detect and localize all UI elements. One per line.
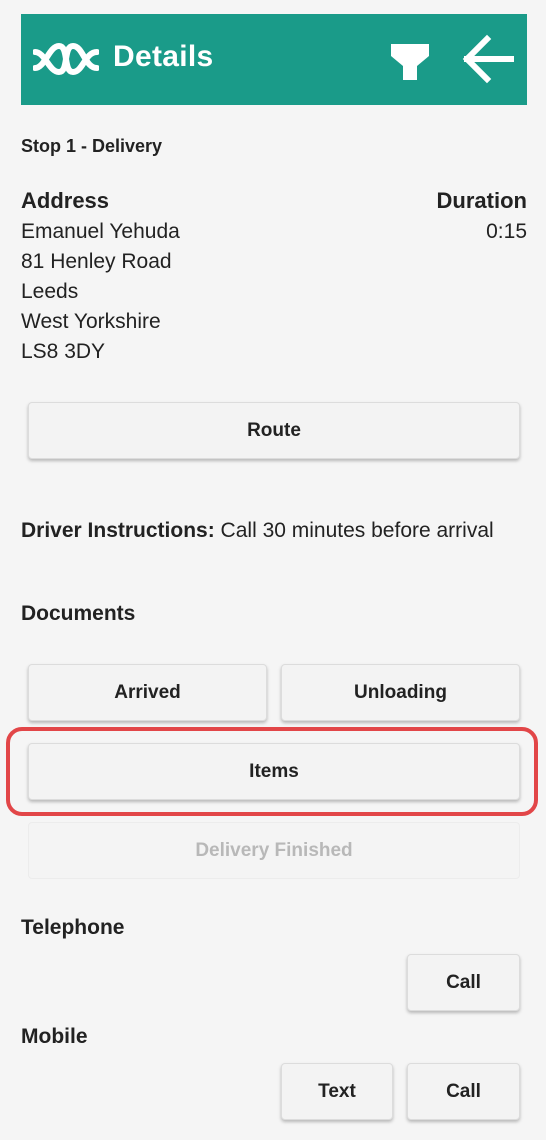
address-line-postcode: LS8 3DY [21,340,106,363]
arrived-button[interactable]: Arrived [28,664,267,721]
arrow-left-icon[interactable] [461,34,515,84]
driver-instructions: Driver Instructions: Call 30 minutes bef… [21,516,521,546]
driver-instructions-text: Call 30 minutes before arrival [214,519,494,542]
mobile-call-button[interactable]: Call [407,1063,520,1120]
telephone-call-button[interactable]: Call [407,954,520,1011]
address-line-city: Leeds [21,280,79,303]
duration-value: 0:15 [486,220,527,243]
delivery-finished-button: Delivery Finished [28,822,520,879]
duration-label: Duration [436,188,527,213]
unloading-button[interactable]: Unloading [281,664,520,721]
documents-label: Documents [21,602,136,625]
address-block: Emanuel Yehuda 81 Henley Road Leeds West… [21,217,180,367]
driver-instructions-label: Driver Instructions: [21,519,215,542]
mobile-label: Mobile [21,1025,88,1048]
address-line-name: Emanuel Yehuda [21,220,180,243]
wave-logo-icon [33,42,99,76]
telephone-label: Telephone [21,916,125,939]
items-button[interactable]: Items [28,743,520,800]
route-button[interactable]: Route [28,402,520,459]
stop-title: Stop 1 - Delivery [21,136,163,156]
app-header: Details [21,14,527,105]
page-title: Details [113,40,214,73]
address-line-street: 81 Henley Road [21,250,172,273]
address-label: Address [21,188,110,213]
mobile-text-button[interactable]: Text [281,1063,393,1120]
filter-funnel-icon[interactable] [389,40,431,82]
address-line-county: West Yorkshire [21,310,161,333]
